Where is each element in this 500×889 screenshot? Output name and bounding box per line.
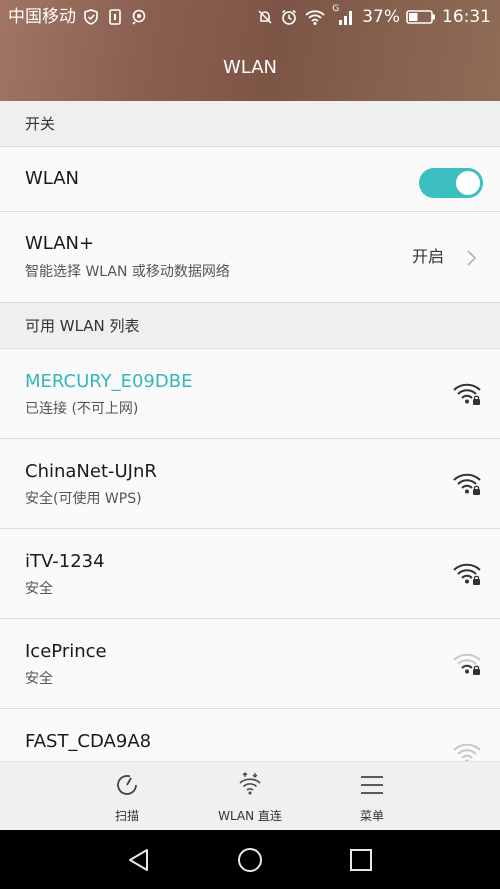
cell-signal-icon: G	[332, 4, 356, 26]
wlan-toggle[interactable]	[419, 168, 483, 198]
settings-content[interactable]: 开关 WLAN WLAN+ 智能选择 WLAN 或移动数据网络 开启 可用 WL…	[0, 101, 500, 761]
refresh-icon	[112, 770, 142, 800]
network-status: 安全	[25, 581, 53, 597]
wifi-direct-icon	[235, 770, 265, 800]
network-name: FAST_CDA9A8	[25, 731, 152, 752]
page-title: WLAN	[222, 57, 278, 78]
status-bar: 中国移动 G 37% 16:31	[0, 0, 500, 36]
carrier-name: 中国移动	[8, 7, 76, 27]
wlan-plus-description: 智能选择 WLAN 或移动数据网络	[25, 264, 230, 280]
network-row[interactable]: iTV-1234 安全	[0, 529, 500, 619]
network-status: 安全	[25, 671, 53, 687]
system-nav-bar	[0, 830, 500, 889]
signal-type-label: G	[332, 4, 340, 14]
network-row[interactable]: FAST_CDA9A8	[0, 709, 500, 761]
menu-icon	[357, 770, 387, 800]
switch-section-header: 开关	[0, 101, 500, 147]
chevron-right-icon	[466, 249, 478, 267]
wifi-signal-icon	[304, 8, 326, 26]
shield-icon	[82, 8, 100, 26]
notifications-muted-icon	[256, 8, 274, 26]
network-name: ChinaNet-UJnR	[25, 461, 157, 482]
wifi-weak-icon	[452, 741, 482, 761]
sim-card-icon	[106, 8, 124, 26]
scan-label: 扫描	[114, 809, 139, 823]
network-status: 已连接 (不可上网)	[25, 401, 139, 417]
wlan-toggle-knob	[456, 171, 480, 195]
wifi-locked-icon	[452, 471, 482, 497]
wlan-direct-button[interactable]: WLAN 直连	[190, 770, 310, 823]
menu-label: 菜单	[359, 809, 384, 823]
home-icon[interactable]	[236, 846, 264, 874]
wlan-plus-row[interactable]: WLAN+ 智能选择 WLAN 或移动数据网络 开启	[0, 212, 500, 303]
wlan-switch-label: WLAN	[25, 168, 80, 189]
location-icon	[130, 8, 148, 26]
back-icon[interactable]	[125, 846, 153, 874]
network-name: iTV-1234	[25, 551, 105, 572]
network-status: 安全(可使用 WPS)	[25, 491, 142, 507]
wlan-plus-value: 开启	[411, 247, 444, 266]
status-bar-left: 中国移动	[8, 7, 148, 27]
networks-section-header: 可用 WLAN 列表	[0, 303, 500, 349]
status-bar-right: G 37% 16:31	[256, 4, 491, 27]
wifi-locked-icon	[452, 381, 482, 407]
network-name: IcePrince	[25, 641, 107, 662]
wifi-locked-icon	[452, 561, 482, 587]
wifi-weak-locked-icon	[452, 651, 482, 677]
network-row[interactable]: IcePrince 安全	[0, 619, 500, 709]
network-name: MERCURY_E09DBE	[25, 371, 193, 392]
battery-icon	[406, 9, 436, 25]
network-row[interactable]: MERCURY_E09DBE 已连接 (不可上网)	[0, 349, 500, 439]
alarm-icon	[280, 8, 298, 26]
menu-button[interactable]: 菜单	[312, 770, 432, 823]
clock-time: 16:31	[442, 7, 491, 27]
scan-button[interactable]: 扫描	[67, 770, 187, 823]
bottom-toolbar: 扫描 WLAN 直连 菜单	[0, 761, 500, 830]
app-header: 中国移动 G 37% 16:31 WLAN	[0, 0, 500, 101]
recent-apps-icon[interactable]	[347, 846, 375, 874]
battery-percent: 37%	[362, 7, 400, 27]
wlan-plus-label: WLAN+	[25, 233, 95, 254]
wlan-direct-label: WLAN 直连	[218, 809, 282, 823]
network-row[interactable]: ChinaNet-UJnR 安全(可使用 WPS)	[0, 439, 500, 529]
wlan-switch-row[interactable]: WLAN	[0, 147, 500, 212]
